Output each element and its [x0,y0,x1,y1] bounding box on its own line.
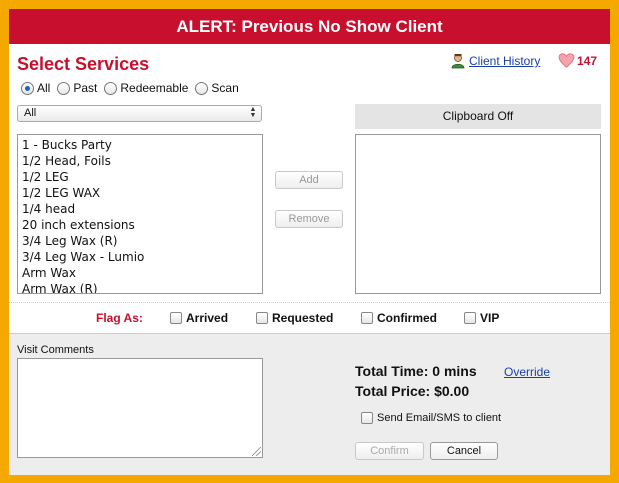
bottom-panel: Visit Comments Total Time: 0 mins Overri… [9,333,610,475]
service-list-item[interactable]: 1/2 LEG [22,169,258,185]
service-list-item[interactable]: 1 - Bucks Party [22,137,258,153]
resize-grip-icon[interactable] [252,447,261,456]
flag-arrived[interactable]: Arrived [170,311,228,325]
updown-arrows-icon: ▲ ▼ [249,106,257,119]
service-list-item[interactable]: 3/4 Leg Wax - Lumio [22,249,258,265]
radio-redeemable[interactable]: Redeemable [104,81,188,95]
selected-services-list[interactable] [355,134,601,294]
category-select[interactable]: All ▲ ▼ [17,105,262,122]
loyalty-points: 147 [558,53,597,68]
checkbox-vip[interactable] [464,312,476,324]
service-filter-radios: All Past Redeemable Scan [21,81,246,95]
cancel-button[interactable]: Cancel [430,442,498,460]
clipboard-toggle[interactable]: Clipboard Off [355,104,601,129]
person-icon [451,54,465,69]
flag-requested[interactable]: Requested [256,311,333,325]
override-link[interactable]: Override [504,365,550,379]
radio-all[interactable]: All [21,81,50,95]
checkbox-requested[interactable] [256,312,268,324]
flag-vip-label: VIP [480,311,500,325]
checkbox-arrived[interactable] [170,312,182,324]
page-title: Select Services [17,54,150,74]
service-list-item[interactable]: 1/2 LEG WAX [22,185,258,201]
total-time: Total Time: 0 mins [355,363,477,379]
flag-vip[interactable]: VIP [464,311,499,325]
radio-label-redeemable: Redeemable [120,81,189,95]
checkbox-send-email-sms[interactable] [361,412,373,424]
flag-as-label: Flag As: [96,311,143,325]
checkbox-confirmed[interactable] [361,312,373,324]
service-list-item[interactable]: 1/2 Head, Foils [22,153,258,169]
add-button[interactable]: Add [275,171,343,189]
heart-icon [558,53,575,68]
visit-comments-textarea[interactable] [17,358,263,458]
radio-scan[interactable]: Scan [195,81,239,95]
radio-label-all: All [37,81,51,95]
send-email-sms-option[interactable]: Send Email/SMS to client [361,412,501,424]
alert-banner: ALERT: Previous No Show Client [9,9,610,44]
send-email-sms-label: Send Email/SMS to client [377,412,502,424]
flag-confirmed[interactable]: Confirmed [361,311,437,325]
confirm-button[interactable]: Confirm [355,442,424,460]
flag-confirmed-label: Confirmed [377,311,437,325]
client-history-link[interactable]: Client History [469,54,540,68]
total-price: Total Price: $0.00 [355,383,470,399]
radio-button-all[interactable] [21,81,34,95]
visit-comments-label: Visit Comments [17,344,94,356]
service-list-item[interactable]: 1/4 head [22,201,258,217]
radio-past[interactable]: Past [57,81,97,95]
heart-count-value: 147 [577,53,598,68]
radio-button-past[interactable] [57,81,71,95]
flag-requested-label: Requested [272,311,334,325]
radio-label-past: Past [73,81,98,95]
flag-arrived-label: Arrived [186,311,229,325]
radio-button-scan[interactable] [195,81,209,95]
radio-button-redeemable[interactable] [104,81,118,95]
alert-text: ALERT: Previous No Show Client [176,17,443,36]
service-list-item[interactable]: 3/4 Leg Wax (R) [22,233,258,249]
service-list-item[interactable]: 20 inch extensions [22,217,258,233]
category-select-value: All [24,107,37,119]
service-list-item[interactable]: Arm Wax (R) [22,281,258,293]
appointment-dialog: ALERT: Previous No Show Client Select Se… [9,9,610,475]
radio-label-scan: Scan [211,81,239,95]
flag-row: Flag As: Arrived Requested Confirmed VIP [9,302,610,333]
service-list-item[interactable]: Arm Wax [22,265,258,281]
remove-button[interactable]: Remove [275,210,343,228]
service-list[interactable]: 1 - Bucks Party 1/2 Head, Foils 1/2 LEG 1/2… [17,134,263,294]
client-history-link-group[interactable]: Client History [450,53,540,69]
